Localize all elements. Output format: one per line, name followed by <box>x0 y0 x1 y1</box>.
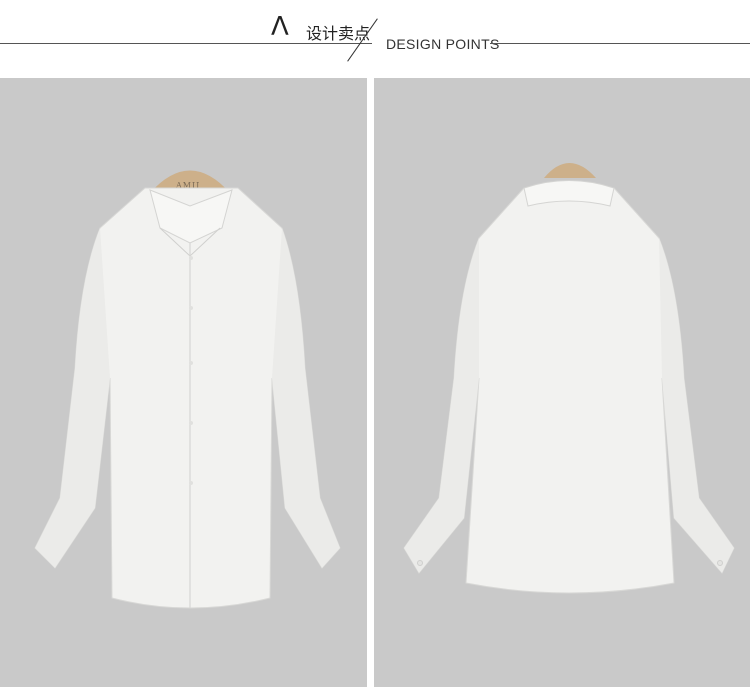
header-title-en: DESIGN POINTS <box>386 36 500 52</box>
shirt-front-icon: AMII <box>34 170 341 609</box>
shirt-front-photo: AMII <box>0 78 367 687</box>
section-header: Λ 设计卖点 DESIGN POINTS <box>0 0 750 70</box>
header-divider-right <box>490 43 750 44</box>
shirt-back-photo <box>374 78 750 687</box>
lambda-icon: Λ <box>271 12 289 42</box>
shirt-back-icon <box>403 163 735 594</box>
hanger-icon <box>544 163 596 178</box>
